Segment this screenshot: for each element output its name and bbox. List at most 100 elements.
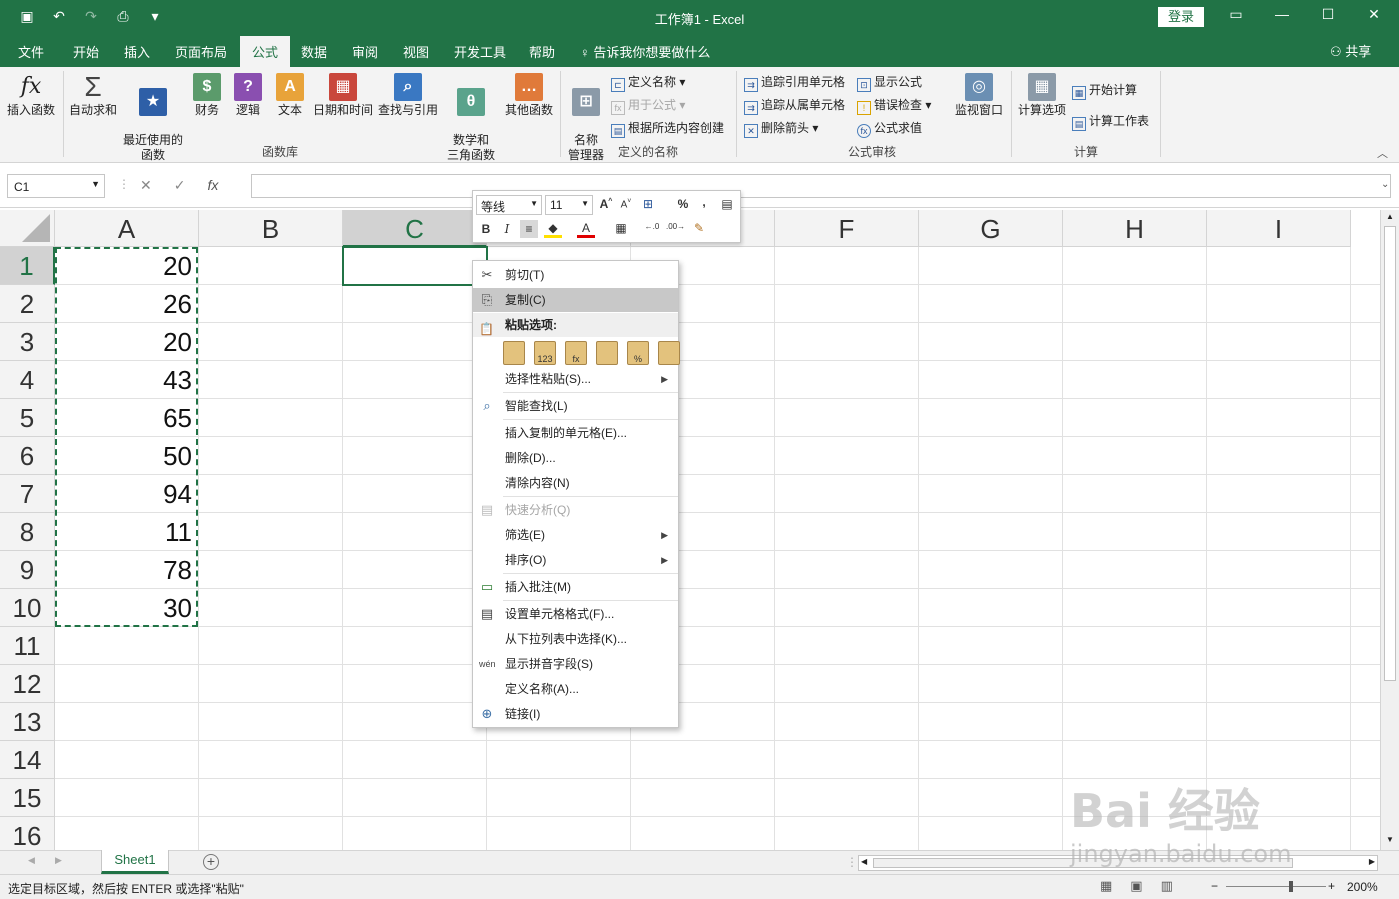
row-header-12[interactable]: 12: [0, 665, 55, 703]
column-header-a[interactable]: A: [55, 210, 199, 247]
close-icon[interactable]: ✕: [1360, 6, 1388, 23]
percent-icon[interactable]: %: [674, 197, 692, 211]
financial-button[interactable]: $ 财务: [189, 73, 225, 118]
fill-color-icon[interactable]: ◆: [544, 221, 562, 238]
decrease-decimal-icon[interactable]: .00→: [666, 222, 685, 231]
row-header-7[interactable]: 7: [0, 475, 55, 513]
insert-function-button[interactable]: fx 插入函数: [5, 73, 57, 118]
paste-link-icon[interactable]: [658, 341, 680, 365]
scroll-down-icon[interactable]: ▼: [1386, 835, 1394, 844]
text-button[interactable]: A 文本: [272, 73, 308, 118]
row-header-10[interactable]: 10: [0, 589, 55, 627]
normal-view-icon[interactable]: ▦: [1100, 878, 1112, 894]
menu-paste-special[interactable]: 选择性粘贴(S)... ▶: [473, 367, 678, 391]
error-checking-button[interactable]: ! 错误检查 ▾: [857, 96, 931, 115]
expand-formula-icon[interactable]: ⌄: [1381, 179, 1389, 190]
tab-page-layout[interactable]: 页面布局: [175, 42, 227, 61]
create-from-selection-button[interactable]: ▤ 根据所选内容创建: [611, 119, 724, 138]
tab-insert[interactable]: 插入: [124, 42, 150, 61]
watch-window-button[interactable]: ◎ 监视窗口: [952, 73, 1006, 118]
row-header-9[interactable]: 9: [0, 551, 55, 589]
use-in-formula-button[interactable]: fx 用于公式 ▾: [611, 96, 685, 115]
column-header-i[interactable]: I: [1207, 210, 1351, 247]
tell-me-search[interactable]: ♀ 告诉我你想要做什么: [580, 42, 710, 61]
evaluate-formula-button[interactable]: fx 公式求值: [857, 119, 922, 138]
recent-functions-button[interactable]: ★ 最近使用的 函数: [121, 73, 185, 163]
center-align-icon[interactable]: ≡: [520, 220, 538, 238]
format-table-icon[interactable]: ▤: [718, 197, 736, 211]
define-name-button[interactable]: ⊏ 定义名称 ▾: [611, 73, 685, 92]
tab-data[interactable]: 数据: [301, 42, 327, 61]
row-header-8[interactable]: 8: [0, 513, 55, 551]
zoom-slider[interactable]: [1226, 886, 1326, 887]
tab-review[interactable]: 审阅: [352, 42, 378, 61]
tab-developer[interactable]: 开发工具: [454, 42, 506, 61]
row-header-11[interactable]: 11: [0, 627, 55, 665]
row-header-6[interactable]: 6: [0, 437, 55, 475]
page-break-view-icon[interactable]: ▥: [1161, 878, 1173, 894]
menu-clear-contents[interactable]: 清除内容(N): [473, 471, 678, 495]
select-all-corner[interactable]: [0, 210, 55, 247]
tab-view[interactable]: 视图: [403, 42, 429, 61]
collapse-ribbon-icon[interactable]: ︿: [1377, 145, 1388, 161]
row-header-1[interactable]: 1: [0, 247, 55, 285]
tab-help[interactable]: 帮助: [529, 42, 555, 61]
login-button[interactable]: 登录: [1158, 7, 1204, 27]
menu-quick-analysis[interactable]: ▤ 快速分析(Q): [473, 498, 678, 522]
tab-formulas[interactable]: 公式: [240, 36, 291, 67]
show-formulas-button[interactable]: ⊡ 显示公式: [857, 73, 922, 92]
vertical-scrollbar[interactable]: ▲ ▼: [1380, 210, 1399, 850]
zoom-level[interactable]: 200%: [1347, 880, 1378, 894]
autosum-button[interactable]: Σ 自动求和: [67, 73, 119, 118]
logical-button[interactable]: ? 逻辑: [230, 73, 266, 118]
insert-function-icon[interactable]: fx: [207, 177, 218, 194]
accounting-format-icon[interactable]: ⊞: [639, 197, 657, 211]
increase-decimal-icon[interactable]: ←.0: [643, 222, 661, 231]
shrink-font-icon[interactable]: A˅: [617, 198, 635, 210]
menu-insert-copied-cells[interactable]: 插入复制的单元格(E)...: [473, 421, 678, 445]
paste-formatting-icon[interactable]: %: [627, 341, 649, 365]
column-header-c[interactable]: C: [343, 210, 487, 247]
row-header-4[interactable]: 4: [0, 361, 55, 399]
paste-values-icon[interactable]: 123: [534, 341, 556, 365]
sheet-tab-sheet1[interactable]: Sheet1: [101, 850, 169, 874]
comma-icon[interactable]: ,: [695, 195, 713, 209]
paste-formulas-icon[interactable]: fx: [565, 341, 587, 365]
bold-icon[interactable]: B: [477, 222, 495, 236]
ribbon-display-icon[interactable]: ▭: [1222, 6, 1250, 23]
lookup-button[interactable]: ⌕ 查找与引用: [377, 73, 439, 118]
more-functions-button[interactable]: … 其他函数: [503, 73, 555, 118]
vertical-scroll-thumb[interactable]: [1384, 226, 1396, 681]
paste-transpose-icon[interactable]: [596, 341, 618, 365]
format-painter-icon[interactable]: ✎: [690, 221, 708, 235]
tab-file[interactable]: 文件: [18, 42, 44, 61]
row-header-2[interactable]: 2: [0, 285, 55, 323]
font-name-box[interactable]: 等线 ▼: [476, 195, 542, 215]
scroll-right-icon[interactable]: ▶: [1369, 857, 1375, 866]
minimize-icon[interactable]: —: [1268, 6, 1296, 22]
share-button[interactable]: ⚇ 共享: [1330, 41, 1371, 60]
italic-icon[interactable]: I: [498, 222, 516, 236]
math-trig-button[interactable]: θ 数学和 三角函数: [441, 73, 501, 163]
scroll-left-icon[interactable]: ◀: [861, 857, 867, 866]
font-color-icon[interactable]: A: [577, 221, 595, 238]
page-layout-view-icon[interactable]: ▣: [1130, 878, 1142, 894]
formula-input[interactable]: [251, 174, 1391, 198]
cancel-icon[interactable]: ✕: [140, 177, 152, 194]
row-header-15[interactable]: 15: [0, 779, 55, 817]
menu-delete[interactable]: 删除(D)...: [473, 446, 678, 470]
drag-handle-icon[interactable]: ⋮: [118, 177, 130, 191]
name-manager-button[interactable]: ⊞ 名称 管理器: [565, 73, 607, 163]
maximize-icon[interactable]: ☐: [1314, 6, 1342, 23]
remove-arrows-button[interactable]: ✕ 删除箭头 ▾: [744, 119, 818, 138]
trace-precedents-button[interactable]: ⇉ 追踪引用单元格: [744, 73, 845, 92]
calc-options-button[interactable]: ▦ 计算选项: [1015, 73, 1069, 118]
row-header-5[interactable]: 5: [0, 399, 55, 437]
zoom-out-icon[interactable]: −: [1211, 879, 1218, 893]
menu-pick-from-list[interactable]: 从下拉列表中选择(K)...: [473, 627, 678, 651]
row-header-3[interactable]: 3: [0, 323, 55, 361]
row-header-16[interactable]: 16: [0, 817, 55, 850]
prev-sheet-icon[interactable]: ◀: [28, 855, 35, 866]
font-size-box[interactable]: 11 ▼: [545, 195, 593, 215]
menu-filter[interactable]: 筛选(E) ▶: [473, 523, 678, 547]
